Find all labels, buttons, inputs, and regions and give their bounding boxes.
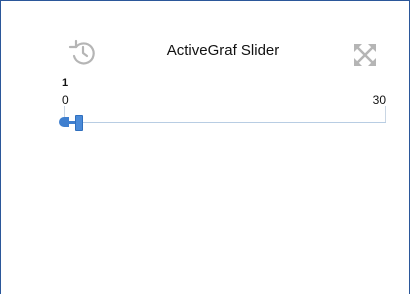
slider-current-value: 1 [62,77,69,89]
slider-widget: ActiveGraf Slider 1 0 30 [0,0,416,294]
frame-border-left [0,0,1,294]
frame-border-top [0,0,410,1]
slider-track-cap [59,117,69,127]
slider-max-label: 30 [372,93,386,107]
slider-thumb[interactable] [74,115,83,131]
fullscreen-icon[interactable] [352,42,378,68]
slider-min-label: 0 [62,93,69,107]
history-icon[interactable] [66,39,98,67]
slider-track[interactable] [64,122,386,123]
slider-tick-max [385,106,386,122]
widget-title: ActiveGraf Slider [166,42,280,59]
frame-border-right [409,0,410,294]
